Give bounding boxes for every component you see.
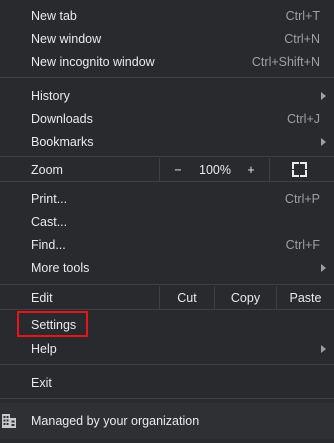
menu-item-shortcut: Ctrl+F: [285, 237, 320, 252]
menu-item-label: New incognito window: [31, 54, 155, 69]
zoom-divider: [269, 158, 270, 181]
menu-item-shortcut: Ctrl+J: [287, 111, 320, 126]
menu-item-downloads[interactable]: Downloads Ctrl+J: [0, 107, 334, 130]
menu-item-new-window[interactable]: New window Ctrl+N: [0, 27, 334, 50]
menu-separator: [0, 181, 334, 182]
zoom-divider: [159, 158, 160, 181]
settings-highlight-box: [17, 311, 88, 337]
cut-button[interactable]: Cut: [160, 286, 214, 309]
menu-item-help[interactable]: Help: [0, 337, 334, 360]
edit-label: Edit: [31, 290, 53, 305]
paste-button[interactable]: Paste: [277, 286, 334, 309]
menu-item-print[interactable]: Print... Ctrl+P: [0, 187, 334, 210]
chrome-menu: New tab Ctrl+T New window Ctrl+N New inc…: [0, 0, 334, 443]
zoom-in-button[interactable]: +: [240, 158, 262, 181]
menu-item-label: Exit: [31, 375, 52, 390]
building-icon: [2, 414, 16, 428]
menu-item-bookmarks[interactable]: Bookmarks: [0, 130, 334, 153]
menu-item-label: Downloads: [31, 111, 93, 126]
menu-item-label: History: [31, 88, 70, 103]
menu-item-new-incognito-window[interactable]: New incognito window Ctrl+Shift+N: [0, 50, 334, 73]
menu-separator: [0, 364, 334, 365]
menu-item-label: Bookmarks: [31, 134, 94, 149]
menu-item-shortcut: Ctrl+P: [284, 191, 320, 206]
chevron-right-icon: [321, 91, 326, 100]
zoom-in-label: +: [247, 162, 255, 177]
menu-item-exit[interactable]: Exit: [0, 371, 334, 394]
menu-separator: [0, 156, 334, 157]
menu-item-shortcut: Ctrl+T: [285, 8, 320, 23]
copy-button[interactable]: Copy: [215, 286, 276, 309]
chevron-right-icon: [321, 263, 326, 272]
zoom-label: Zoom: [31, 162, 63, 177]
menu-separator: [0, 77, 334, 78]
menu-item-shortcut: Ctrl+N: [284, 31, 320, 46]
zoom-out-button[interactable]: −: [166, 158, 190, 181]
menu-item-label: New window: [31, 31, 102, 46]
menu-separator: [0, 309, 334, 310]
menu-item-label: More tools: [31, 260, 90, 275]
zoom-level: 100%: [195, 158, 235, 181]
menu-item-cast[interactable]: Cast...: [0, 210, 334, 233]
menu-item-label: Print...: [31, 191, 68, 206]
zoom-level-value: 100%: [199, 162, 231, 177]
menu-item-history[interactable]: History: [0, 84, 334, 107]
menu-item-shortcut: Ctrl+Shift+N: [251, 54, 320, 69]
menu-separator: [0, 398, 334, 399]
managed-label: Managed by your organization: [31, 414, 200, 428]
menu-item-label: Help: [31, 341, 57, 356]
menu-separator: [0, 284, 334, 285]
paste-label: Paste: [289, 290, 322, 305]
menu-item-find[interactable]: Find... Ctrl+F: [0, 233, 334, 256]
cut-label: Cut: [177, 290, 197, 305]
chevron-right-icon: [321, 137, 326, 146]
menu-item-label: New tab: [31, 8, 77, 23]
fullscreen-icon[interactable]: [292, 162, 307, 177]
zoom-out-label: −: [174, 162, 182, 177]
menu-item-more-tools[interactable]: More tools: [0, 256, 334, 279]
managed-by-organization-item[interactable]: Managed by your organization: [0, 403, 334, 439]
chevron-right-icon: [321, 344, 326, 353]
menu-item-new-tab[interactable]: New tab Ctrl+T: [0, 4, 334, 27]
menu-item-label: Cast...: [31, 214, 68, 229]
copy-label: Copy: [230, 290, 261, 305]
menu-item-label: Find...: [31, 237, 66, 252]
